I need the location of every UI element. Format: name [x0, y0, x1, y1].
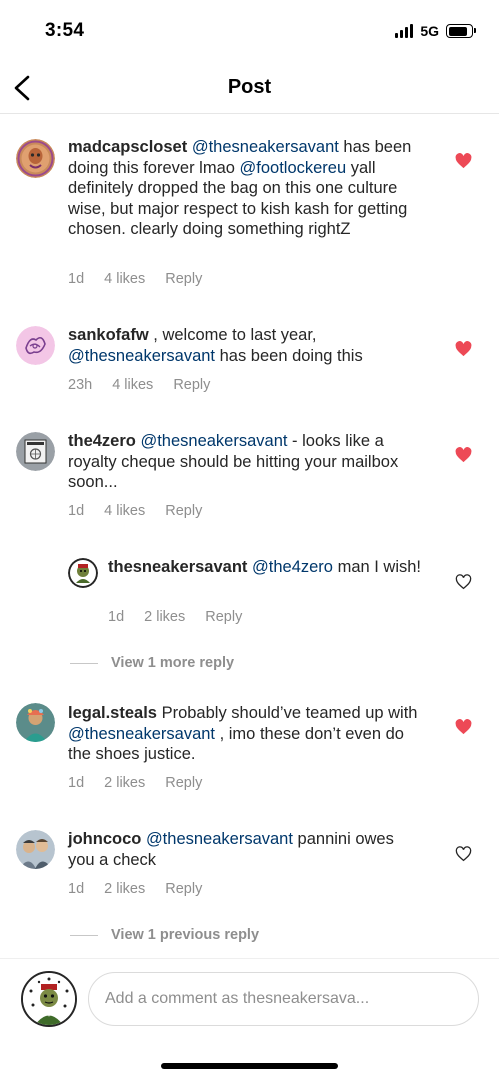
comment-likes[interactable]: 4 likes: [112, 377, 153, 393]
comment-input[interactable]: Add a comment as thesneakersava...: [88, 972, 479, 1026]
mention-link[interactable]: @thesneakersavant: [140, 432, 287, 450]
mention-link[interactable]: @footlockereu: [240, 159, 347, 177]
divider-line: [70, 662, 98, 664]
comment-username[interactable]: the4zero: [68, 432, 136, 450]
comment-text: sankofafw , welcome to last year, @thesn…: [68, 326, 363, 365]
signal-icon: [395, 24, 414, 38]
comment-username[interactable]: thesneakersavant: [108, 558, 247, 576]
status-time: 3:54: [45, 20, 85, 41]
comment-username[interactable]: sankofafw: [68, 326, 149, 344]
comment-time: 1d: [108, 609, 125, 625]
comment-likes[interactable]: 2 likes: [104, 881, 145, 897]
network-label: 5G: [420, 23, 439, 39]
comment-likes[interactable]: 2 likes: [144, 609, 185, 625]
comment-username[interactable]: madcapscloset: [68, 138, 187, 156]
view-more-replies-label: View 1 more reply: [111, 655, 235, 671]
comment-text: johncoco @thesneakersavant pannini owes …: [68, 830, 394, 869]
current-user-avatar[interactable]: [21, 971, 77, 1027]
mention-link[interactable]: @thesneakersavant: [146, 830, 293, 848]
comment-time: 1d: [68, 503, 85, 519]
reply-button[interactable]: Reply: [165, 503, 202, 519]
avatar[interactable]: [16, 703, 55, 742]
status-bar: 3:54 5G: [0, 0, 499, 62]
reply-button[interactable]: Reply: [165, 881, 202, 897]
heart-filled-icon[interactable]: [455, 341, 472, 357]
comment-text: the4zero @thesneakersavant - looks like …: [68, 432, 399, 491]
avatar[interactable]: [16, 139, 55, 178]
status-icons: 5G: [395, 23, 476, 39]
heart-filled-icon[interactable]: [455, 153, 472, 169]
comment-text: madcapscloset @thesneakersavant has been…: [68, 138, 412, 238]
comment-meta: 1d 2 likes Reply: [108, 609, 242, 625]
avatar[interactable]: [68, 558, 98, 588]
comment-meta: 1d 2 likes Reply: [68, 775, 202, 791]
avatar[interactable]: [16, 432, 55, 471]
view-previous-replies-button[interactable]: View 1 previous reply: [70, 927, 259, 943]
comment-time: 1d: [68, 271, 85, 287]
comment-username[interactable]: legal.steals: [68, 704, 157, 722]
battery-icon: [446, 24, 476, 38]
mention-link[interactable]: @the4zero: [252, 558, 333, 576]
mention-link[interactable]: @thesneakersavant: [68, 347, 215, 365]
comment-composer: Add a comment as thesneakersava...: [0, 958, 499, 1038]
view-previous-replies-label: View 1 previous reply: [111, 927, 260, 943]
comment-meta: 1d 2 likes Reply: [68, 881, 202, 897]
comment-text: legal.steals Probably should’ve teamed u…: [68, 704, 418, 763]
comment-likes[interactable]: 2 likes: [104, 775, 145, 791]
divider-line: [70, 934, 98, 936]
avatar[interactable]: [16, 830, 55, 869]
reply-button[interactable]: Reply: [165, 775, 202, 791]
comment-meta: 1d 4 likes Reply: [68, 503, 202, 519]
mention-link[interactable]: @thesneakersavant: [68, 725, 215, 743]
reply-button[interactable]: Reply: [205, 609, 242, 625]
comment-username[interactable]: johncoco: [68, 830, 141, 848]
comment-meta: 23h 4 likes Reply: [68, 377, 210, 393]
nav-header: Post: [0, 62, 499, 114]
page-title: Post: [227, 76, 272, 98]
comment-likes[interactable]: 4 likes: [104, 271, 145, 287]
heart-filled-icon[interactable]: [455, 447, 472, 463]
comment-meta: 1d 4 likes Reply: [68, 271, 202, 287]
view-more-replies-button[interactable]: View 1 more reply: [70, 655, 234, 671]
reply-button[interactable]: Reply: [165, 271, 202, 287]
comment-text: thesneakersavant @the4zero man I wish!: [108, 558, 422, 576]
comment-time: 1d: [68, 775, 85, 791]
home-indicator: [161, 1063, 338, 1069]
heart-outline-icon[interactable]: [455, 574, 472, 590]
heart-outline-icon[interactable]: [455, 846, 472, 862]
comment-likes[interactable]: 4 likes: [104, 503, 145, 519]
avatar[interactable]: [16, 326, 55, 365]
comment-time: 23h: [68, 377, 93, 393]
comment-time: 1d: [68, 881, 85, 897]
heart-filled-icon[interactable]: [455, 719, 472, 735]
mention-link[interactable]: @thesneakersavant: [192, 138, 339, 156]
reply-button[interactable]: Reply: [173, 377, 210, 393]
